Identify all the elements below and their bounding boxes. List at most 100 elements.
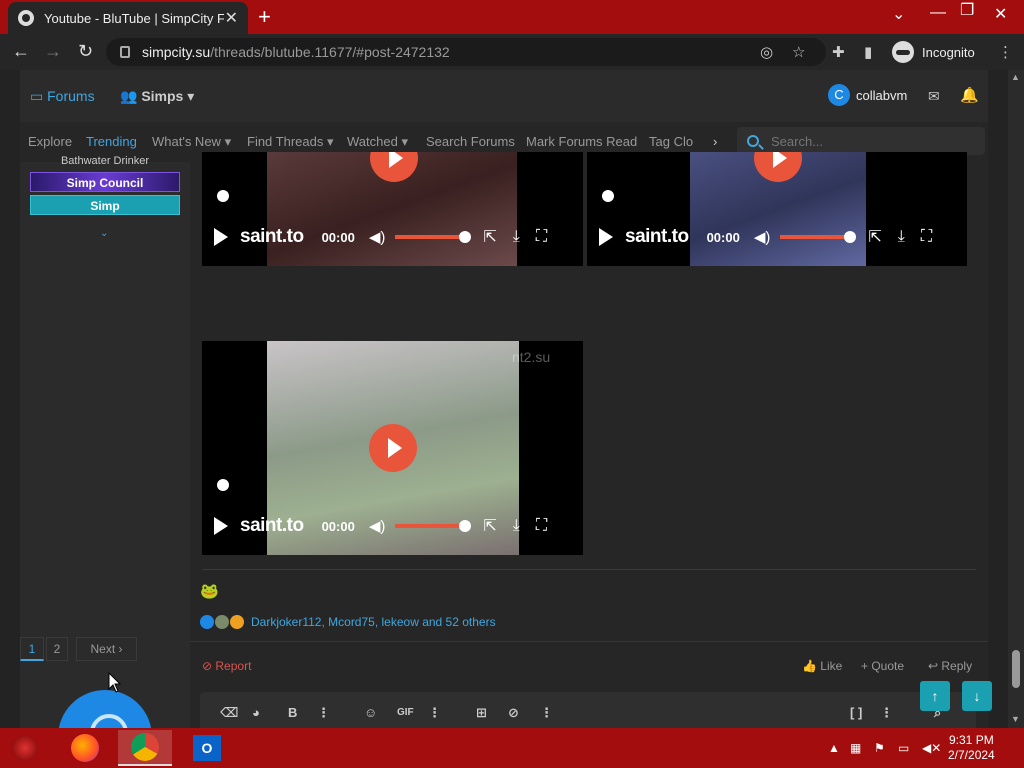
menu-icon[interactable]: ⋮ (998, 43, 1013, 61)
nav-forums-label: Forums (47, 88, 95, 104)
subnav-mark-read[interactable]: Mark Forums Read (526, 134, 637, 149)
subnav-search-forums[interactable]: Search Forums (426, 134, 515, 149)
sidepanel-icon[interactable]: ▮ (864, 43, 872, 61)
address-bar[interactable]: simpcity.su /threads/blutube.11677/#post… (106, 38, 826, 66)
fullscreen-icon[interactable]: ⛶ (536, 517, 547, 535)
chevron-down-icon[interactable]: ⌄ (100, 228, 108, 239)
download-icon[interactable]: ⤓ (898, 228, 905, 246)
post: Bathwater Drinker Simp Council Simp ⌄ sa… (20, 152, 988, 690)
report-button[interactable]: ⊘ Report (202, 659, 251, 673)
more-icon[interactable]: ⋮ (540, 705, 553, 721)
search-input[interactable] (771, 133, 961, 149)
volume-icon[interactable]: ◀) (754, 228, 771, 246)
fullscreen-icon[interactable]: ⛶ (921, 228, 932, 246)
reload-icon[interactable]: ↻ (78, 41, 93, 62)
flag-icon[interactable]: ⚑ (874, 741, 885, 755)
user-menu[interactable]: C collabvm (828, 84, 907, 106)
page-scrollbar[interactable]: ▲ ▼ (1008, 70, 1024, 728)
incognito-indicator[interactable]: Incognito (892, 41, 975, 63)
tray-overflow-icon[interactable]: ▲ (828, 741, 840, 755)
taskbar: O ▲ ▦ ⚑ ▭ ◀✕ 9:31 PM 2/7/2024 (0, 728, 1024, 768)
subnav-watched[interactable]: Watched ▾ (347, 134, 408, 150)
video-player[interactable]: saint.to 00:00 ◀) ⇱ ⤓ ⛶ (202, 152, 583, 266)
quote-button[interactable]: + Quote (861, 659, 904, 673)
play-icon[interactable] (599, 228, 613, 246)
subnav-trending[interactable]: Trending (86, 134, 137, 149)
like-button[interactable]: 👍 Like (802, 659, 842, 673)
search-box[interactable] (737, 127, 985, 155)
search-icon (747, 135, 759, 147)
taskbar-firefox[interactable] (58, 730, 112, 766)
bell-icon[interactable]: 🔔 (960, 86, 979, 104)
play-overlay-icon[interactable] (369, 424, 417, 472)
reactions-list[interactable]: Darkjoker112, Mcord75, lekeow and 52 oth… (251, 615, 496, 629)
bold-button[interactable]: B (288, 705, 297, 720)
volume-slider[interactable] (780, 231, 857, 243)
star-icon[interactable]: ☆ (792, 43, 805, 61)
scroll-up-button[interactable]: ↑ (920, 681, 950, 711)
video-player[interactable]: nt2.su saint.to 00:00 ◀) ⇱ ⤓ ⛶ (202, 341, 583, 555)
volume-muted-icon[interactable]: ◀✕ (922, 741, 941, 755)
scrollbar-thumb[interactable] (1012, 650, 1020, 688)
table-icon[interactable]: ⊞ (476, 705, 487, 721)
play-icon[interactable] (214, 517, 228, 535)
next-page-button[interactable]: Next › (76, 637, 137, 661)
action-center-icon[interactable]: ▭ (898, 741, 909, 755)
reply-button[interactable]: ↩ Reply (928, 659, 972, 673)
taskbar-outlook[interactable]: O (180, 730, 234, 766)
chevron-right-icon[interactable]: › (713, 134, 717, 149)
new-tab-button[interactable]: + (258, 4, 271, 30)
network-icon[interactable]: ▦ (850, 741, 861, 755)
volume-icon[interactable]: ◀) (369, 228, 386, 246)
subnav-tag-cloud[interactable]: Tag Clo (649, 134, 693, 149)
scroll-down-button[interactable]: ↓ (962, 681, 992, 711)
page-1[interactable]: 1 (20, 637, 44, 661)
palette-icon[interactable]: ◕ (252, 705, 260, 720)
popout-icon[interactable]: ⇱ (483, 516, 496, 536)
back-icon[interactable]: ← (12, 41, 30, 62)
emoji-icon[interactable]: ☺ (364, 705, 377, 720)
video-player[interactable]: saint.to 00:00 ◀) ⇱ ⤓ ⛶ (587, 152, 967, 266)
tab-search-icon[interactable]: ⌄ (892, 4, 905, 24)
volume-slider[interactable] (395, 231, 472, 243)
avatar: C (828, 84, 850, 106)
hide-icon[interactable]: ⊘ (508, 705, 519, 721)
eraser-icon[interactable]: ⌫ (220, 705, 238, 721)
volume-icon[interactable]: ◀) (369, 517, 386, 535)
download-icon[interactable]: ⤓ (513, 517, 520, 535)
play-icon[interactable] (214, 228, 228, 246)
scroll-down-arrow-icon[interactable]: ▼ (1011, 714, 1020, 724)
system-clock[interactable]: 9:31 PM 2/7/2024 (948, 733, 995, 763)
close-tab-icon[interactable]: ✕ (225, 8, 238, 28)
taskbar-chrome[interactable] (118, 730, 172, 766)
reactions-bar[interactable]: Darkjoker112, Mcord75, lekeow and 52 oth… (200, 615, 496, 629)
close-window-button[interactable]: ✕ (994, 4, 1007, 24)
lock-icon[interactable] (120, 46, 130, 58)
subnav-explore[interactable]: Explore (28, 134, 72, 149)
nav-simps-label: Simps (141, 88, 184, 104)
inbox-icon[interactable]: ✉ (928, 88, 940, 105)
gif-button[interactable]: GIF (397, 707, 414, 718)
extensions-icon[interactable]: ✚ (832, 43, 845, 61)
bbcode-icon[interactable]: [ ] (850, 705, 862, 720)
fullscreen-icon[interactable]: ⛶ (536, 228, 547, 246)
download-icon[interactable]: ⤓ (513, 228, 520, 246)
scroll-up-arrow-icon[interactable]: ▲ (1011, 72, 1020, 82)
subnav-whats-new[interactable]: What's New ▾ (152, 134, 231, 150)
maximize-button[interactable]: ❐ (960, 0, 974, 20)
volume-slider[interactable] (395, 520, 472, 532)
eye-off-icon[interactable]: ◎ (760, 43, 773, 61)
browser-tab[interactable]: Youtube - BluTube | SimpCity Forums ✕ (8, 2, 248, 34)
nav-simps[interactable]: 👥 Simps ▾ (120, 88, 194, 105)
subnav-find-threads[interactable]: Find Threads ▾ (247, 134, 334, 150)
minimize-button[interactable]: — (930, 4, 946, 22)
start-button[interactable] (0, 730, 50, 766)
more-icon[interactable]: ⋮ (428, 705, 441, 721)
page-2[interactable]: 2 (46, 637, 68, 661)
more-icon[interactable]: ⋮ (317, 705, 330, 721)
more-icon[interactable]: ⋮ (880, 705, 893, 721)
nav-forums[interactable]: ▭ Forums (30, 88, 95, 105)
popout-icon[interactable]: ⇱ (483, 227, 496, 247)
forward-icon[interactable]: → (44, 41, 62, 62)
popout-icon[interactable]: ⇱ (868, 227, 881, 247)
